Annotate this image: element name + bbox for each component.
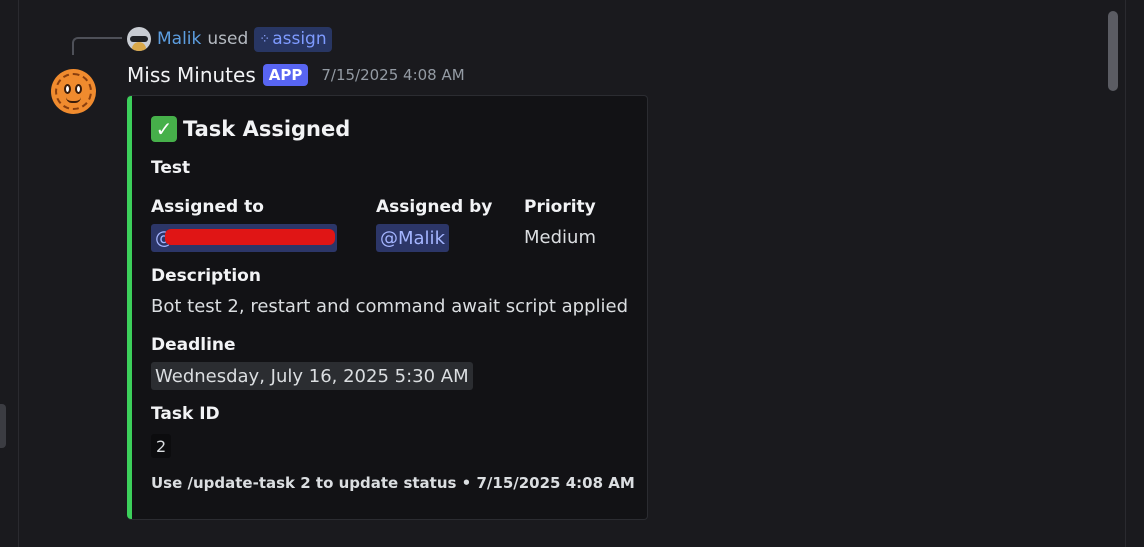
- embed-title: ✓ Task Assigned: [151, 116, 350, 142]
- message-header: Miss Minutes APP 7/15/2025 4:08 AM: [127, 60, 465, 90]
- avatar-ring: [55, 73, 92, 110]
- slash-command-icon: ⁘: [259, 31, 270, 47]
- redaction-mark: [165, 229, 335, 245]
- avatar-eye-right: [75, 84, 82, 94]
- reply-user-avatar[interactable]: [127, 27, 151, 51]
- scrollbar-thumb[interactable]: [1108, 11, 1118, 91]
- deadline-label: Deadline: [151, 335, 236, 355]
- reply-used-text: used: [207, 29, 249, 49]
- assigned-to-mention[interactable]: @: [151, 224, 337, 252]
- app-badge: APP: [262, 64, 309, 86]
- assigned-to-label: Assigned to: [151, 197, 264, 217]
- embed-title-text: Task Assigned: [183, 117, 351, 141]
- embed-footer: Use /update-task 2 to update status • 7/…: [151, 474, 635, 492]
- message-timestamp[interactable]: 7/15/2025 4:08 AM: [321, 66, 464, 84]
- embed-description: Test: [151, 158, 191, 178]
- reply-spine: [72, 37, 122, 55]
- slash-command-chip[interactable]: ⁘ assign: [254, 26, 332, 52]
- task-embed: ✓ Task Assigned Test Assigned to @ Assig…: [127, 95, 648, 520]
- deadline-timestamp[interactable]: Wednesday, July 16, 2025 5:30 AM: [151, 362, 473, 390]
- bot-avatar[interactable]: [51, 69, 96, 114]
- reply-username[interactable]: Malik: [157, 29, 201, 49]
- white-check-mark-icon: ✓: [151, 116, 177, 142]
- command-usage-line: Malik used ⁘ assign: [127, 26, 332, 52]
- task-id-label: Task ID: [151, 404, 220, 424]
- command-name: assign: [272, 29, 327, 49]
- assigned-by-label: Assigned by: [376, 197, 493, 217]
- description-value: Bot test 2, restart and command await sc…: [151, 296, 629, 317]
- priority-label: Priority: [524, 197, 596, 217]
- task-id-value: 2: [151, 434, 172, 458]
- avatar-eye-left: [64, 84, 71, 94]
- assigned-by-mention[interactable]: @Malik: [376, 224, 449, 252]
- priority-value: Medium: [524, 227, 596, 248]
- sidebar-collapse-handle[interactable]: [0, 404, 6, 448]
- description-label: Description: [151, 266, 261, 286]
- bot-username[interactable]: Miss Minutes: [127, 63, 256, 87]
- embed-accent-bar: [127, 96, 132, 519]
